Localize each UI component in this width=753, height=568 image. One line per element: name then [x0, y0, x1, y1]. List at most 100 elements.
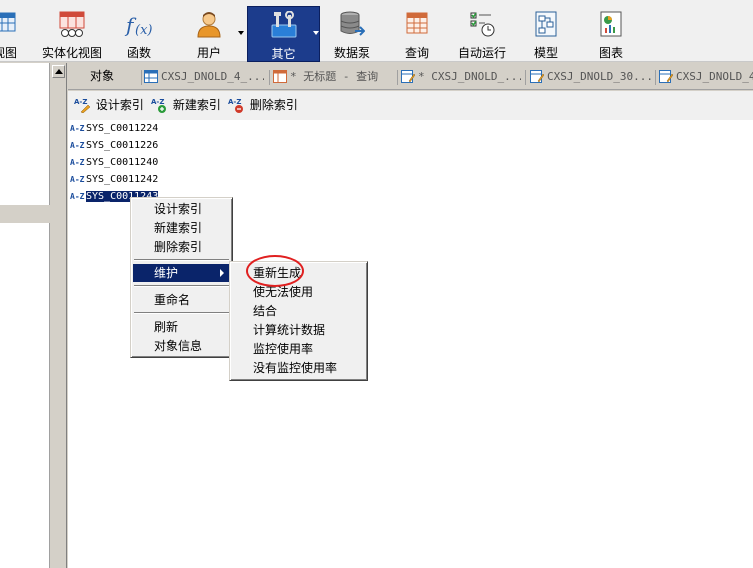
list-item[interactable]: A-Z SYS_C0011240 — [70, 155, 158, 170]
design-index-icon: A-Z — [74, 98, 91, 113]
tab-strip: 对象 CXSJ_DNOLD_4_... * 无标题 - 查询 * CXSJ_DN… — [68, 63, 753, 90]
toolbar-chart-button[interactable]: 图表 — [588, 6, 634, 62]
list-item[interactable]: A-Z SYS_C0011224 — [70, 121, 158, 136]
tab-objects-label: 对象 — [90, 69, 115, 83]
index-name: SYS_C0011224 — [86, 123, 159, 134]
menu-item-disable[interactable]: 使无法使用 — [232, 283, 365, 301]
menu-item-coalesce[interactable]: 结合 — [232, 302, 365, 320]
toolbar-model-label: 模型 — [533, 46, 558, 60]
menu-separator — [134, 285, 229, 287]
toolbar-function-label: 函数 — [126, 46, 151, 60]
menu-item-new-index[interactable]: 新建索引 — [133, 219, 230, 237]
design-table-icon — [401, 69, 415, 83]
context-menu: 设计索引 新建索引 删除索引 维护 重命名 刷新 对象信息 — [130, 197, 233, 358]
tab-label: CXSJ_DNOLD_4_... — [161, 70, 264, 83]
delete-index-label: 删除索引 — [249, 98, 298, 112]
function-icon: f (x) — [124, 13, 152, 38]
new-index-button[interactable]: A-Z 新建索引 — [151, 97, 221, 115]
tree-selected-row[interactable] — [0, 205, 50, 223]
tab-separator — [141, 70, 142, 85]
tab-design-cxsj-dnold-30[interactable]: CXSJ_DNOLD_30... — [530, 66, 652, 89]
auto-run-icon — [470, 12, 495, 37]
design-index-label: 设计索引 — [95, 98, 144, 112]
toolbar-view-button[interactable]: 视图 — [0, 6, 22, 62]
materialized-view-icon — [59, 11, 85, 37]
index-name: SYS_C0011226 — [86, 140, 159, 151]
tab-label: CXSJ_DNOLD_40 — [676, 70, 753, 83]
index-name: SYS_C0011242 — [86, 174, 159, 185]
index-icon: A-Z — [70, 124, 85, 133]
toolbar-data-pump-label: 数据泵 — [333, 46, 370, 60]
toolbar-user-label: 用户 — [196, 46, 221, 60]
menu-item-maintain[interactable]: 维护 — [133, 264, 230, 282]
data-pump-icon — [340, 11, 365, 36]
svg-text:(x): (x) — [135, 23, 152, 38]
object-tree-panel[interactable] — [0, 63, 50, 568]
vertical-scrollbar[interactable] — [51, 63, 67, 568]
new-index-label: 新建索引 — [172, 98, 221, 112]
toolbar-user-button[interactable]: 用户 — [186, 6, 232, 62]
menu-item-maintain-label: 维护 — [154, 266, 179, 280]
table-icon — [144, 69, 158, 83]
menu-item-delete-index[interactable]: 删除索引 — [133, 238, 230, 256]
tab-label: * CXSJ_DNOLD_... — [418, 70, 521, 83]
menu-item-refresh[interactable]: 刷新 — [133, 318, 230, 336]
menu-separator — [134, 312, 229, 314]
tab-separator — [655, 70, 656, 85]
object-toolbar: A-Z 设计索引 A-Z 新建索引 A-Z 删除索引 — [68, 91, 753, 120]
svg-text:A-Z: A-Z — [151, 98, 164, 106]
list-item[interactable]: A-Z SYS_C0011226 — [70, 138, 158, 153]
delete-index-icon: A-Z — [228, 98, 243, 113]
toolbar-chart-label: 图表 — [598, 46, 623, 60]
user-icon — [197, 12, 221, 38]
toolbar-auto-run-button[interactable]: 自动运行 — [453, 6, 511, 62]
menu-item-monitor-usage[interactable]: 监控使用率 — [232, 340, 365, 358]
svg-text:A-Z: A-Z — [74, 98, 87, 106]
index-icon: A-Z — [70, 141, 85, 150]
tab-separator — [397, 70, 398, 85]
toolbar-data-pump-button[interactable]: 数据泵 — [329, 6, 375, 62]
tab-table-cxsj-dnold-4[interactable]: CXSJ_DNOLD_4_... — [144, 66, 264, 89]
other-dropdown-caret-icon[interactable] — [313, 31, 319, 35]
tab-design-cxsj-dnold[interactable]: * CXSJ_DNOLD_... — [401, 66, 521, 89]
model-icon — [535, 11, 557, 37]
delete-index-button[interactable]: A-Z 删除索引 — [228, 97, 298, 115]
toolbar-model-button[interactable]: 模型 — [523, 6, 569, 62]
tab-design-cxsj-dnold-40[interactable]: CXSJ_DNOLD_40 — [659, 66, 753, 89]
menu-item-rename[interactable]: 重命名 — [133, 291, 230, 309]
toolbar-query-label: 查询 — [404, 46, 429, 60]
menu-item-rebuild[interactable]: 重新生成 — [232, 264, 365, 282]
tab-objects[interactable]: 对象 — [68, 66, 140, 89]
menu-item-no-monitor-usage[interactable]: 没有监控使用率 — [232, 359, 365, 377]
design-table-icon — [530, 69, 544, 83]
new-index-icon: A-Z — [151, 98, 166, 113]
toolbar-view-label: 视图 — [0, 46, 17, 60]
submenu-arrow-icon — [220, 269, 224, 277]
toolbar-materialized-view-button[interactable]: 实体化视图 — [39, 6, 105, 62]
menu-item-compute-statistics[interactable]: 计算统计数据 — [232, 321, 365, 339]
query-tab-icon — [273, 69, 287, 83]
user-dropdown-caret-icon[interactable] — [238, 31, 244, 35]
scroll-up-arrow-icon[interactable] — [52, 65, 65, 78]
design-table-icon — [659, 69, 673, 83]
toolbar-query-button[interactable]: 查询 — [394, 6, 440, 62]
grid-view-icon — [0, 12, 16, 32]
maintain-submenu: 重新生成 使无法使用 结合 计算统计数据 监控使用率 没有监控使用率 — [229, 261, 368, 381]
main-toolbar: 视图 实体化视图 f (x) 函数 用户 — [0, 0, 753, 62]
tab-untitled-query[interactable]: * 无标题 - 查询 — [273, 66, 395, 89]
toolbar-other-label: 其它 — [271, 47, 296, 61]
index-icon: A-Z — [70, 158, 85, 167]
design-index-button[interactable]: A-Z 设计索引 — [74, 97, 144, 115]
tab-separator — [525, 70, 526, 85]
menu-item-design-index[interactable]: 设计索引 — [133, 200, 230, 218]
menu-item-object-info[interactable]: 对象信息 — [133, 337, 230, 355]
svg-text:A-Z: A-Z — [228, 98, 241, 106]
toolbar-other-button[interactable]: 其它 — [247, 6, 320, 62]
list-item[interactable]: A-Z SYS_C0011242 — [70, 172, 158, 187]
menu-separator — [134, 259, 229, 261]
index-icon: A-Z — [70, 192, 85, 201]
tab-label: * 无标题 - 查询 — [290, 70, 379, 83]
index-name: SYS_C0011240 — [86, 157, 159, 168]
tab-label: CXSJ_DNOLD_30... — [547, 70, 652, 83]
toolbar-function-button[interactable]: f (x) 函数 — [116, 6, 162, 62]
